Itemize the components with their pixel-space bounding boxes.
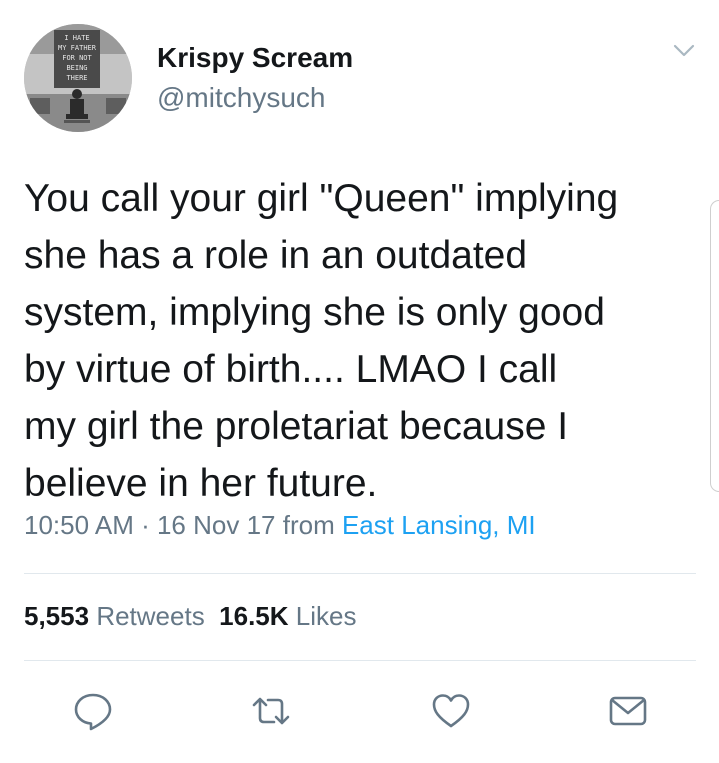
likes-count: 16.5K [219,601,289,631]
avatar-sign-line: THERE [66,74,87,82]
meta-separator: · [133,510,157,540]
tweet-text: You call your girl "Queen" implying she … [24,170,704,512]
avatar-sign-line: I HATE [64,34,89,42]
retweets-count: 5,553 [24,601,90,631]
chevron-down-icon[interactable] [672,42,696,60]
display-name[interactable]: Krispy Scream [157,42,353,74]
avatar-sign-line: MY FATHER [58,44,97,52]
likes-label: Likes [295,601,357,631]
reply-icon[interactable] [72,690,114,732]
avatar-sign-line: FOR NOT [62,54,92,62]
location-link[interactable]: East Lansing, MI [342,510,536,540]
divider [24,660,696,661]
tweet-card: I HATE MY FATHER FOR NOT BEING THERE Kri… [0,0,719,763]
from-label: from [275,510,342,540]
envelope-icon[interactable] [607,690,649,732]
tweet-text-line: by virtue of birth.... LMAO I call [24,348,558,391]
tweet-date[interactable]: 16 Nov 17 [157,510,276,540]
avatar-sign-line: BEING [66,64,87,72]
tweet-text-line: she has a role in an outdated [24,234,528,277]
retweet-icon[interactable] [250,690,292,732]
tweet-text-line: my girl the proletariat because I [24,405,569,448]
avatar-image: I HATE MY FATHER FOR NOT BEING THERE [24,24,132,132]
tweet-text-line: system, implying she is only good [24,291,605,334]
tweet-stats: 5,553 Retweets 16.5K Likes [24,601,356,632]
heart-icon[interactable] [430,690,472,732]
tweet-text-line: believe in her future. [24,462,378,505]
tweet-time[interactable]: 10:50 AM [24,510,134,540]
edge-scroll-handle[interactable] [710,200,719,492]
avatar[interactable]: I HATE MY FATHER FOR NOT BEING THERE [24,24,132,132]
user-handle[interactable]: @mitchysuch [157,82,325,114]
divider [24,573,696,574]
tweet-text-line: You call your girl "Queen" implying [24,177,619,220]
likes-stat[interactable]: 16.5K Likes [219,601,356,631]
retweets-stat[interactable]: 5,553 Retweets [24,601,205,631]
retweets-label: Retweets [96,601,205,631]
tweet-meta: 10:50 AM · 16 Nov 17 from East Lansing, … [24,510,536,541]
